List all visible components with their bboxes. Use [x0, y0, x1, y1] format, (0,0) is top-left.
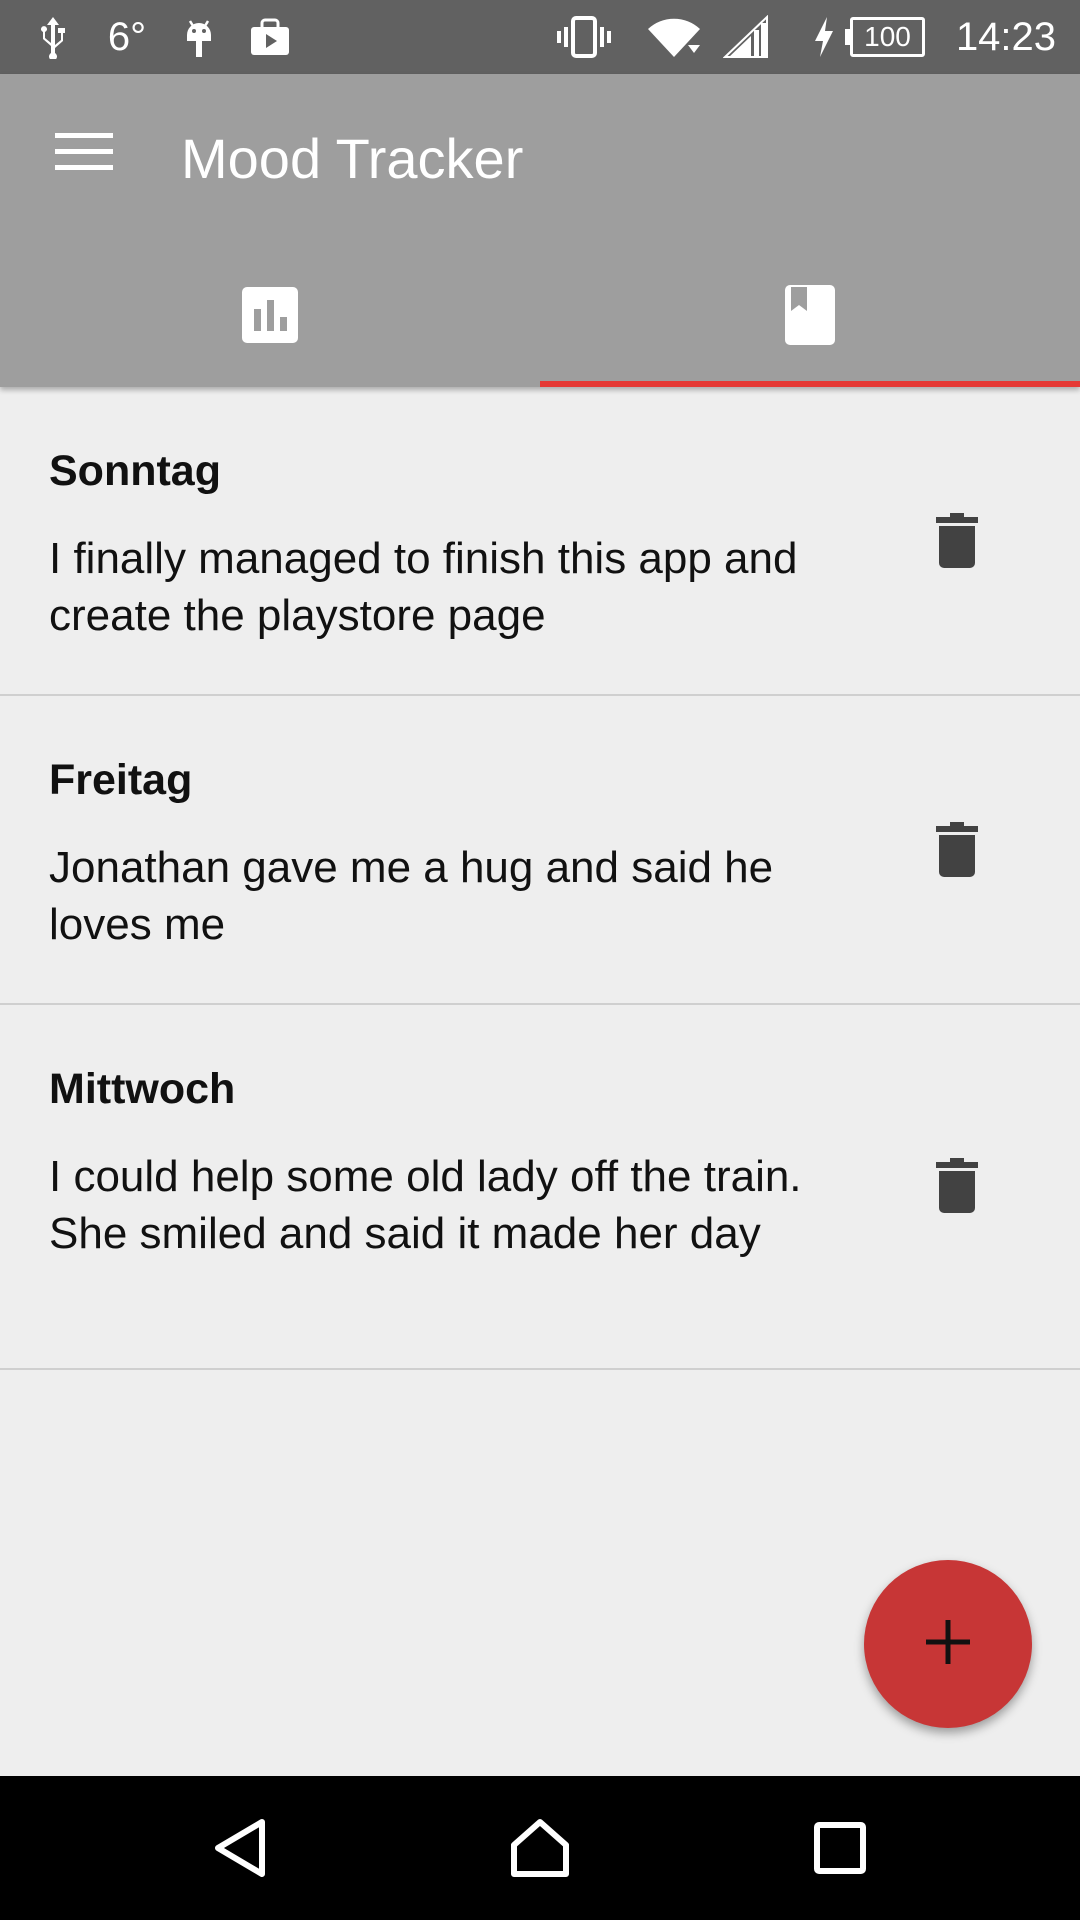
tab-journal[interactable]: [540, 248, 1080, 387]
entry-day: Mittwoch: [49, 1065, 236, 1113]
signal-icon: [722, 0, 770, 74]
battery-level-text: 100: [850, 17, 925, 57]
entry-day: Freitag: [49, 756, 193, 804]
store-icon: [246, 0, 294, 74]
add-entry-button[interactable]: [864, 1560, 1032, 1728]
entry-text: I could help some old lady off the train…: [49, 1152, 802, 1258]
charging-icon: [810, 0, 838, 74]
entry-day: Sonntag: [49, 447, 221, 495]
delete-icon[interactable]: [926, 1150, 988, 1222]
temperature-text: 6°: [107, 14, 147, 59]
delete-icon[interactable]: [926, 814, 988, 886]
list-item[interactable]: Sonntag I finally managed to finish this…: [0, 387, 1080, 696]
list-item[interactable]: Freitag Jonathan gave me a hug and said …: [0, 696, 1080, 1005]
bookmark-book-icon: [785, 285, 835, 350]
usb-icon: [30, 0, 76, 74]
entry-text: I finally managed to finish this app and…: [49, 534, 798, 640]
status-bar: 6° 100 14:23: [0, 0, 1080, 74]
home-icon[interactable]: [460, 1776, 620, 1920]
back-icon[interactable]: [160, 1776, 320, 1920]
recents-icon[interactable]: [760, 1776, 920, 1920]
delete-icon[interactable]: [926, 505, 988, 577]
vibrate-icon: [554, 0, 614, 74]
app-bar: Mood Tracker: [0, 74, 1080, 387]
clock-time: 14:23: [955, 14, 1057, 59]
tab-indicator: [540, 381, 1080, 387]
bar-chart-icon: [242, 287, 298, 348]
app-title: Mood Tracker: [181, 127, 524, 190]
battery-icon: 100: [844, 0, 926, 74]
tab-statistics[interactable]: [0, 248, 540, 387]
entry-text: Jonathan gave me a hug and said he loves…: [49, 843, 774, 949]
hamburger-menu-icon[interactable]: [46, 114, 122, 190]
plus-icon: [924, 1618, 972, 1671]
system-nav-bar: [0, 1776, 1080, 1920]
wifi-icon: [644, 0, 704, 74]
list-item[interactable]: Mittwoch I could help some old lady off …: [0, 1005, 1080, 1370]
journal-list: Sonntag I finally managed to finish this…: [0, 387, 1080, 1370]
android-icon: [178, 0, 220, 74]
